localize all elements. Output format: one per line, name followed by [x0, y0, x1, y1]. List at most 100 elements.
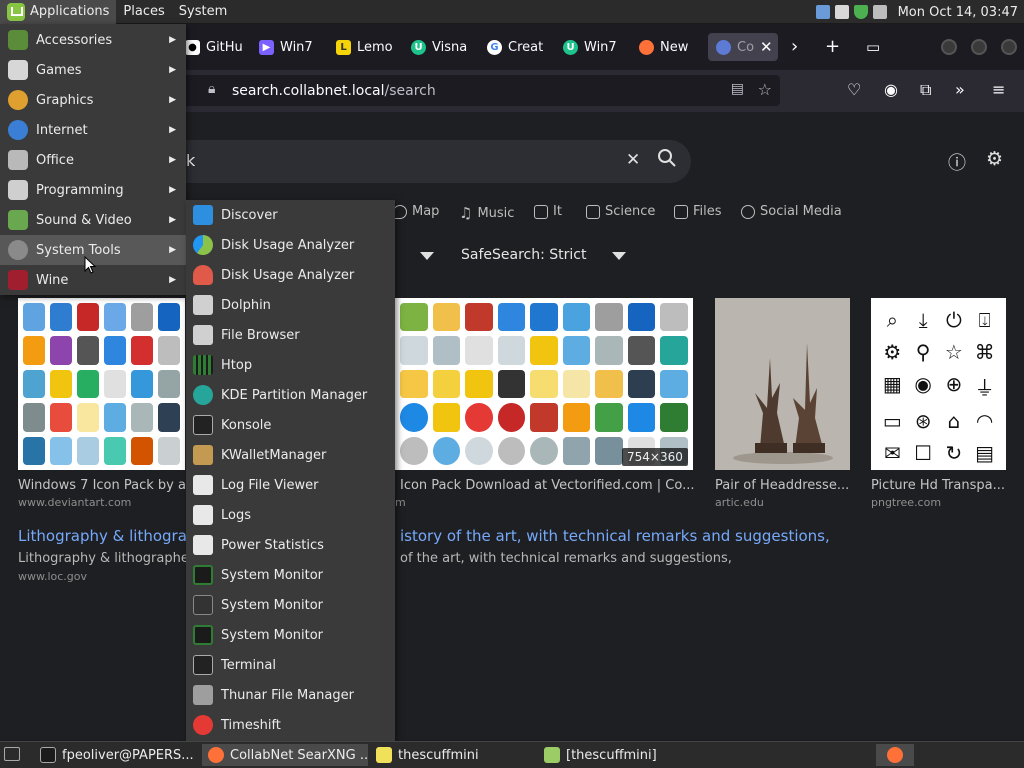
- search-icon[interactable]: [657, 148, 677, 168]
- result-link-title[interactable]: Lithography & lithograp: [18, 527, 196, 545]
- result-link-title[interactable]: istory of the art, with technical remark…: [400, 527, 830, 545]
- tab-overview-icon[interactable]: ▭: [866, 38, 880, 56]
- submenu-item-power-statistics[interactable]: Power Statistics: [186, 530, 395, 560]
- minimize-button[interactable]: [941, 39, 957, 55]
- submenu-item-system-monitor-2[interactable]: System Monitor: [186, 590, 395, 620]
- submenu-item-terminal[interactable]: Terminal: [186, 650, 395, 680]
- show-desktop-icon[interactable]: [4, 747, 20, 761]
- result-title[interactable]: Picture Hd Transpa...: [871, 478, 1011, 493]
- add-user-icon: ⚲: [915, 340, 931, 364]
- menu-item-graphics[interactable]: Graphics ▶: [0, 85, 186, 115]
- clipboard-icon[interactable]: [834, 5, 849, 19]
- submenu-item-discover[interactable]: Discover: [186, 200, 395, 230]
- account-icon[interactable]: ◉: [884, 80, 898, 99]
- chevron-down-icon[interactable]: [612, 252, 626, 260]
- new-tab-icon[interactable]: +: [825, 38, 840, 56]
- submenu-item-log-file-viewer[interactable]: Log File Viewer: [186, 470, 395, 500]
- submenu-item-logs[interactable]: Logs: [186, 500, 395, 530]
- submenu-item-disk-usage-analyzer-2[interactable]: Disk Usage Analyzer: [186, 260, 395, 290]
- info-icon[interactable]: ⓘ: [948, 149, 966, 175]
- konsole-icon: [193, 415, 213, 435]
- menu-item-accessories[interactable]: Accessories ▶: [0, 25, 186, 55]
- submenu-item-dolphin[interactable]: Dolphin: [186, 290, 395, 320]
- overflow-chevrons-icon[interactable]: »: [955, 80, 965, 99]
- submenu-item-file-browser[interactable]: File Browser: [186, 320, 395, 350]
- network-icon[interactable]: [815, 5, 830, 19]
- tab-create[interactable]: G Creat: [487, 33, 547, 61]
- submenu-item-system-monitor[interactable]: System Monitor: [186, 560, 395, 590]
- tab-lemon[interactable]: L Lemo: [336, 33, 396, 61]
- menu-item-office[interactable]: Office ▶: [0, 145, 186, 175]
- tab-github[interactable]: ● GitHu: [185, 33, 245, 61]
- image-result-thumbnail[interactable]: ⌕ ⤓ ⏻ ⍗ ⚙ ⚲ ☆ ⌘ ▦ ◉ ⊕ ⏚ ▭ ⊛ ⌂ ◠ ✉ ☐ ↻ ▤: [871, 298, 1006, 470]
- taskbar-item-thescuffmini-2[interactable]: [thescuffmini]: [538, 744, 698, 766]
- volume-icon[interactable]: [872, 5, 887, 19]
- chevron-right-icon: ▶: [169, 95, 176, 105]
- taskbar-item-firefox[interactable]: CollabNet SearXNG ...: [202, 744, 368, 766]
- pocket-icon[interactable]: ♡: [847, 80, 861, 99]
- reader-view-icon[interactable]: ▤: [731, 81, 744, 97]
- tab-scroll-right-icon[interactable]: ›: [791, 38, 798, 56]
- url-bar[interactable]: 🔒︎ search.collabnet.local/search ▤ ☆: [172, 75, 780, 106]
- result-title[interactable]: Icon Pack Download at Vectorified.com | …: [400, 478, 695, 493]
- taskbar-item-thescuffmini[interactable]: thescuffmini: [370, 744, 530, 766]
- places-menu[interactable]: Places: [116, 0, 171, 24]
- clock[interactable]: Mon Oct 14, 03:47: [898, 5, 1018, 20]
- result-title[interactable]: Windows 7 Icon Pack by a: [18, 478, 186, 493]
- search-box[interactable]: k ✕: [150, 140, 691, 183]
- category-files[interactable]: Files: [674, 204, 722, 219]
- tab-win7[interactable]: ▶ Win7: [259, 33, 319, 61]
- image-result-thumbnail[interactable]: [715, 298, 850, 470]
- partition-icon: [193, 385, 213, 405]
- maximize-button[interactable]: [971, 39, 987, 55]
- gear-icon[interactable]: ⚙: [986, 148, 1003, 170]
- search-input[interactable]: k: [186, 151, 195, 170]
- submenu-item-htop[interactable]: Htop: [186, 350, 395, 380]
- headdress-sculpture-image: [715, 298, 850, 470]
- u-icon: U: [411, 39, 426, 55]
- menu-item-internet[interactable]: Internet ▶: [0, 115, 186, 145]
- calendar-icon: ▦: [882, 372, 902, 396]
- submenu-item-timeshift[interactable]: Timeshift: [186, 710, 395, 740]
- tab-visna[interactable]: U Visna: [411, 33, 471, 61]
- hamburger-menu-icon[interactable]: ≡: [992, 80, 1005, 99]
- system-menu[interactable]: System: [172, 0, 234, 24]
- menu-item-games[interactable]: Games ▶: [0, 55, 186, 85]
- submenu-item-thunar-file-manager[interactable]: Thunar File Manager: [186, 680, 395, 710]
- menu-item-programming[interactable]: Programming ▶: [0, 175, 186, 205]
- chevron-right-icon: ▶: [169, 65, 176, 75]
- tab-win7-2[interactable]: U Win7: [563, 33, 623, 61]
- category-map[interactable]: Map: [393, 204, 439, 219]
- applications-menu[interactable]: Applications: [0, 0, 117, 24]
- taskbar-item-terminal[interactable]: fpeoliver@PAPERS...: [34, 744, 196, 766]
- tab-collabnet-active[interactable]: Co ✕: [708, 33, 778, 61]
- category-social-media[interactable]: Social Media: [741, 204, 842, 219]
- play-icon: ▶: [259, 39, 274, 55]
- accessories-icon: [8, 30, 28, 50]
- submenu-item-konsole[interactable]: Konsole: [186, 410, 395, 440]
- safesearch-select[interactable]: SafeSearch: Strict: [461, 247, 586, 263]
- chevron-down-icon[interactable]: [420, 252, 434, 260]
- workspace-firefox-launcher[interactable]: [876, 744, 914, 766]
- submenu-item-kde-partition-manager[interactable]: KDE Partition Manager: [186, 380, 395, 410]
- u-icon: U: [563, 39, 578, 55]
- submenu-item-disk-usage-analyzer[interactable]: Disk Usage Analyzer: [186, 230, 395, 260]
- submenu-item-system-monitor-3[interactable]: System Monitor: [186, 620, 395, 650]
- close-window-button[interactable]: [1001, 39, 1017, 55]
- image-result-thumbnail[interactable]: [395, 298, 693, 470]
- tab-new[interactable]: New: [639, 33, 699, 61]
- system-monitor-icon: [193, 625, 213, 645]
- bookmark-star-icon[interactable]: ☆: [758, 80, 772, 99]
- shield-icon[interactable]: [853, 5, 868, 19]
- result-title[interactable]: Pair of Headdresse...: [715, 478, 855, 493]
- menu-item-sound-video[interactable]: Sound & Video ▶: [0, 205, 186, 235]
- category-it[interactable]: It: [534, 204, 562, 219]
- clear-icon[interactable]: ✕: [626, 150, 640, 170]
- image-result-thumbnail[interactable]: [18, 298, 185, 470]
- chevron-right-icon: ▶: [169, 245, 176, 255]
- category-science[interactable]: Science: [586, 204, 655, 219]
- submenu-item-kwalletmanager[interactable]: KWalletManager: [186, 440, 395, 470]
- close-tab-icon[interactable]: ✕: [760, 38, 773, 56]
- extensions-icon[interactable]: ⧉: [920, 80, 931, 100]
- category-music[interactable]: ♫ Music: [459, 204, 514, 222]
